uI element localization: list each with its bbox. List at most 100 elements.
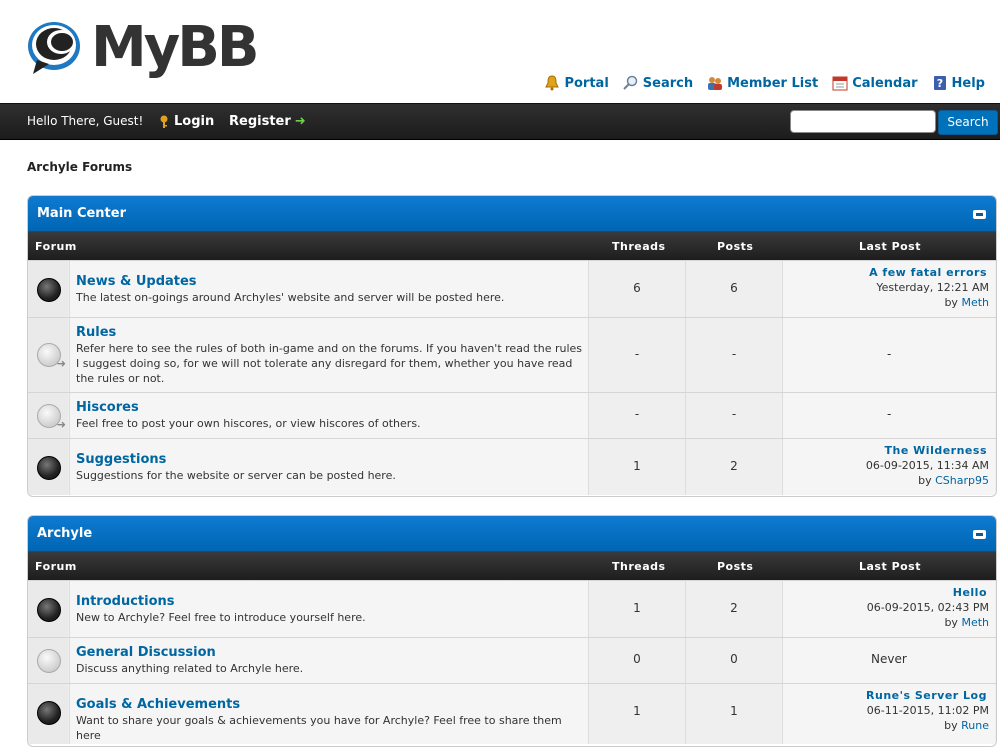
- search-input[interactable]: [790, 110, 936, 133]
- col-threads: Threads: [612, 560, 666, 573]
- forum-on-icon[interactable]: [37, 278, 61, 302]
- last-post-empty: -: [887, 407, 892, 421]
- search-button[interactable]: Search: [938, 110, 998, 135]
- help-link[interactable]: ? Help: [932, 75, 985, 91]
- register-link[interactable]: Register ➜: [229, 114, 306, 129]
- member-list-link[interactable]: Member List: [707, 75, 818, 91]
- threads-count: 1: [633, 601, 641, 615]
- magnifier-icon: [623, 75, 638, 90]
- forum-name-link[interactable]: Goals & Achievements: [76, 697, 240, 712]
- forum-status-cell: [28, 439, 68, 495]
- last-post-cell: A few fatal errors Yesterday, 12:21 AM b…: [782, 261, 995, 317]
- forum-off-icon[interactable]: [37, 649, 61, 673]
- forum-row: News & Updates The latest on-goings arou…: [28, 260, 996, 317]
- posts-cell: -: [685, 318, 782, 392]
- forum-description: Refer here to see the rules of both in-g…: [76, 342, 583, 385]
- forum-name-link[interactable]: General Discussion: [76, 645, 216, 660]
- forum-status-cell: [28, 684, 68, 744]
- last-post-link[interactable]: Rune's Server Log: [866, 689, 987, 702]
- calendar-link[interactable]: Calendar: [832, 75, 918, 91]
- forum-on-icon[interactable]: [37, 456, 61, 480]
- threads-count: -: [634, 407, 640, 421]
- forum-cell: General Discussion Discuss anything rela…: [69, 638, 588, 683]
- last-post-by: by Meth: [944, 616, 989, 629]
- threads-count: 0: [633, 652, 641, 666]
- posts-count: 6: [730, 281, 738, 295]
- forum-description: Discuss anything related to Archyle here…: [76, 662, 304, 675]
- forum-row: General Discussion Discuss anything rela…: [28, 637, 996, 683]
- arrow-right-icon: ➜: [294, 114, 306, 129]
- last-post-by: by Meth: [944, 296, 989, 309]
- category-title[interactable]: Archyle: [37, 526, 92, 541]
- category-title[interactable]: Main Center: [37, 206, 126, 221]
- col-threads: Threads: [612, 240, 666, 253]
- last-post-user-link[interactable]: Rune: [961, 719, 989, 732]
- threads-cell: 1: [588, 439, 685, 495]
- posts-count: 0: [730, 652, 738, 666]
- by-label: by: [944, 719, 958, 732]
- last-post-cell: Never: [782, 638, 995, 683]
- by-label: by: [944, 616, 958, 629]
- forum-status-cell: [28, 638, 68, 683]
- threads-cell: 0: [588, 638, 685, 683]
- col-last-post: Last Post: [859, 240, 921, 253]
- last-post-link[interactable]: A few fatal errors: [869, 266, 987, 279]
- threads-cell: -: [588, 393, 685, 438]
- forum-row: Hiscores Feel free to post your own hisc…: [28, 392, 996, 438]
- last-post-cell: -: [782, 318, 995, 392]
- forum-cell: Introductions New to Archyle? Feel free …: [69, 581, 588, 637]
- last-post-user-link[interactable]: Meth: [961, 616, 989, 629]
- by-label: by: [944, 296, 958, 309]
- posts-count: 1: [730, 704, 738, 718]
- collapse-icon[interactable]: [973, 530, 986, 539]
- category-header: Main Center: [28, 196, 996, 232]
- last-post-date: Yesterday, 12:21 AM: [876, 281, 989, 294]
- mybb-logo[interactable]: MyBB: [27, 18, 260, 78]
- by-label: by: [918, 474, 932, 487]
- forum-name-link[interactable]: News & Updates: [76, 274, 197, 289]
- threads-count: 1: [633, 704, 641, 718]
- col-posts: Posts: [717, 240, 754, 253]
- forum-redirect-icon[interactable]: [37, 404, 66, 431]
- forum-status-cell: [28, 393, 68, 438]
- collapse-icon[interactable]: [973, 210, 986, 219]
- member-list-label: Member List: [727, 75, 819, 91]
- last-post-cell: The Wilderness 06-09-2015, 11:34 AM by C…: [782, 439, 995, 495]
- forum-on-icon[interactable]: [37, 598, 61, 622]
- forum-on-icon[interactable]: [37, 701, 61, 725]
- threads-count: -: [634, 347, 640, 361]
- forum-name-link[interactable]: Hiscores: [76, 400, 139, 415]
- posts-cell: 1: [685, 684, 782, 744]
- column-headers: Forum Threads Posts Last Post: [28, 232, 996, 260]
- forum-name-link[interactable]: Introductions: [76, 594, 175, 609]
- posts-cell: 0: [685, 638, 782, 683]
- forum-row: Goals & Achievements Want to share your …: [28, 683, 996, 744]
- posts-cell: 6: [685, 261, 782, 317]
- speech-bubble-logo-icon: [27, 18, 85, 78]
- last-post-date: 06-09-2015, 02:43 PM: [866, 601, 989, 614]
- forum-description: Suggestions for the website or server ca…: [76, 469, 396, 482]
- key-icon: [160, 115, 168, 128]
- threads-cell: 6: [588, 261, 685, 317]
- category-archyle: Archyle Forum Threads Posts Last Post In…: [27, 515, 997, 747]
- last-post-user-link[interactable]: Meth: [961, 296, 989, 309]
- column-headers: Forum Threads Posts Last Post: [28, 552, 996, 580]
- help-label: Help: [951, 75, 985, 91]
- forum-name-link[interactable]: Rules: [76, 325, 116, 340]
- forum-cell: News & Updates The latest on-goings arou…: [69, 261, 588, 317]
- category-header: Archyle: [28, 516, 996, 552]
- last-post-link[interactable]: Hello: [953, 586, 987, 599]
- breadcrumb[interactable]: Archyle Forums: [27, 160, 132, 174]
- last-post-user-link[interactable]: CSharp95: [935, 474, 989, 487]
- forum-name-link[interactable]: Suggestions: [76, 452, 166, 467]
- last-post-by: by CSharp95: [918, 474, 989, 487]
- last-post-link[interactable]: The Wilderness: [885, 444, 987, 457]
- forum-redirect-icon[interactable]: [37, 343, 66, 370]
- search-link[interactable]: Search: [623, 75, 693, 91]
- forum-row: Suggestions Suggestions for the website …: [28, 438, 996, 495]
- portal-link[interactable]: Portal: [544, 75, 609, 91]
- calendar-icon: [832, 76, 848, 91]
- forum-status-cell: [28, 261, 68, 317]
- last-post-cell: -: [782, 393, 995, 438]
- login-link[interactable]: Login: [158, 114, 214, 129]
